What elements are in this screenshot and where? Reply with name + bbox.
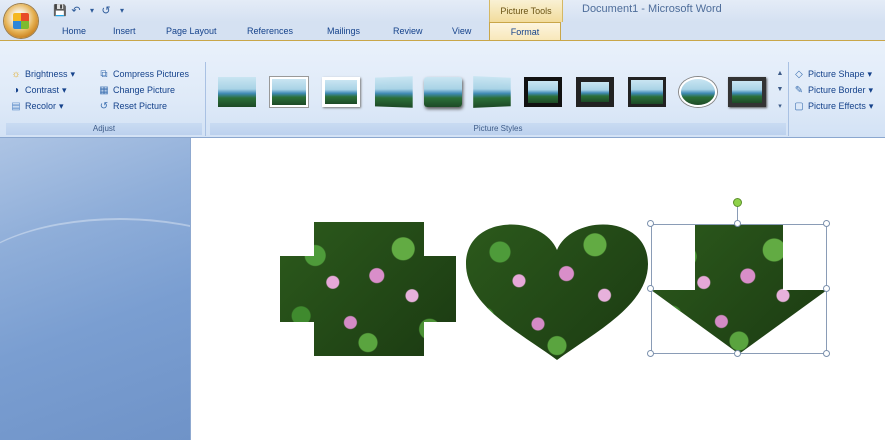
- adjust-group: ☼ Brightness ▾ ◑ Contrast ▾ ▤ Recolor ▾: [10, 66, 75, 114]
- picture-style-thumb-9[interactable]: [628, 77, 666, 107]
- adjust-group-right: ⧉ Compress Pictures ▦ Change Picture ↺ Rese…: [98, 66, 189, 114]
- contrast-icon: ◑: [12, 84, 20, 96]
- reset-picture-button[interactable]: ↺ Reset Picture: [98, 98, 189, 114]
- picture-style-thumb-2[interactable]: [270, 77, 308, 107]
- chevron-down-icon: ▾: [70, 68, 76, 79]
- picture-effects-icon: ▢: [794, 100, 804, 112]
- recolor-button[interactable]: ▤ Recolor ▾: [10, 98, 75, 114]
- gallery-more-icon[interactable]: ▾: [774, 102, 786, 110]
- window-title: Document1 - Microsoft Word: [582, 3, 722, 15]
- tab-format[interactable]: Format: [489, 22, 561, 41]
- compress-pictures-button[interactable]: ⧉ Compress Pictures: [98, 66, 189, 82]
- picture-style-thumb-11[interactable]: [728, 77, 766, 107]
- change-picture-icon: ▦: [99, 84, 109, 96]
- picture-border-icon: ✎: [794, 84, 804, 96]
- tab-review[interactable]: Review: [393, 22, 423, 40]
- undo-icon[interactable]: ↶: [68, 3, 84, 17]
- compress-pictures-icon: ⧉: [100, 68, 108, 80]
- picture-border-label: Picture Border: [808, 85, 866, 95]
- compress-pictures-label: Compress Pictures: [113, 69, 190, 79]
- picture-effects-button[interactable]: ▢ Picture Effects ▾: [793, 98, 873, 114]
- picture-effects-label: Picture Effects: [808, 101, 866, 111]
- left-side-pane: [0, 138, 280, 440]
- picture-style-thumb-4[interactable]: [374, 76, 413, 108]
- contrast-button[interactable]: ◑ Contrast ▾: [10, 82, 75, 98]
- resize-handle-right[interactable]: [823, 285, 830, 292]
- tab-references[interactable]: References: [247, 22, 293, 40]
- picture-shape-button[interactable]: ◇ Picture Shape ▾: [793, 66, 873, 82]
- heart-shaped-picture[interactable]: [462, 216, 652, 360]
- redo-icon[interactable]: ↺: [98, 3, 114, 17]
- resize-handle-bottom[interactable]: [734, 350, 741, 357]
- selection-frame: [651, 224, 827, 354]
- office-button[interactable]: [4, 4, 38, 38]
- chevron-down-icon: ▾: [867, 68, 873, 79]
- resize-handle-left[interactable]: [647, 285, 654, 292]
- picture-format-commands: ◇ Picture Shape ▾ ✎ Picture Border ▾ ▢ Pictur…: [793, 66, 873, 114]
- reset-picture-label: Reset Picture: [113, 101, 168, 111]
- rotation-handle[interactable]: [733, 198, 742, 207]
- picture-style-thumb-7[interactable]: [524, 77, 562, 107]
- recolor-label: Recolor: [25, 101, 57, 111]
- picture-shape-label: Picture Shape: [808, 69, 865, 79]
- reset-picture-icon: ↺: [99, 100, 109, 112]
- customize-qat-icon[interactable]: ▾: [114, 3, 130, 17]
- picture-style-thumb-10[interactable]: [679, 77, 717, 107]
- title-bar: [0, 0, 885, 22]
- tab-insert[interactable]: Insert: [113, 22, 136, 40]
- contrast-label: Contrast: [25, 85, 60, 95]
- chevron-down-icon: ▾: [868, 100, 874, 111]
- resize-handle-bottom-right[interactable]: [823, 350, 830, 357]
- save-icon[interactable]: 💾: [52, 3, 68, 17]
- picture-border-button[interactable]: ✎ Picture Border ▾: [793, 82, 873, 98]
- tab-mailings[interactable]: Mailings: [327, 22, 360, 40]
- resize-handle-top[interactable]: [734, 220, 741, 227]
- office-logo-icon: [13, 13, 29, 29]
- group-divider: [205, 62, 206, 136]
- picture-tools-context-label: Picture Tools: [489, 0, 563, 22]
- recolor-icon: ▤: [11, 100, 21, 112]
- brightness-label: Brightness: [25, 69, 68, 79]
- picture-style-thumb-6[interactable]: [473, 76, 511, 108]
- chevron-down-icon: ▾: [868, 84, 874, 95]
- resize-handle-top-left[interactable]: [647, 220, 654, 227]
- brightness-button[interactable]: ☼ Brightness ▾: [10, 66, 75, 82]
- group-divider: [788, 62, 789, 136]
- picture-styles-group-label: Picture Styles: [210, 123, 786, 135]
- brightness-icon: ☼: [11, 68, 21, 80]
- change-picture-button[interactable]: ▦ Change Picture: [98, 82, 189, 98]
- gallery-scroll-up-icon[interactable]: ▲: [774, 70, 786, 77]
- resize-handle-bottom-left[interactable]: [647, 350, 654, 357]
- picture-style-thumb-5[interactable]: [424, 77, 462, 107]
- chevron-down-icon: ▾: [59, 100, 64, 111]
- tab-home[interactable]: Home: [62, 22, 86, 40]
- picture-style-thumb-3[interactable]: [322, 77, 360, 107]
- tab-page-layout[interactable]: Page Layout: [166, 22, 217, 40]
- picture-style-thumb-8[interactable]: [576, 77, 614, 107]
- gallery-scroll-down-icon[interactable]: ▼: [774, 86, 786, 93]
- picture-shape-icon: ◇: [795, 68, 803, 80]
- resize-handle-top-right[interactable]: [823, 220, 830, 227]
- picture-style-thumb-1[interactable]: [218, 77, 256, 107]
- change-picture-label: Change Picture: [113, 85, 176, 95]
- chevron-down-icon: ▾: [62, 84, 67, 95]
- adjust-group-label: Adjust: [6, 123, 202, 135]
- tab-view[interactable]: View: [452, 22, 471, 40]
